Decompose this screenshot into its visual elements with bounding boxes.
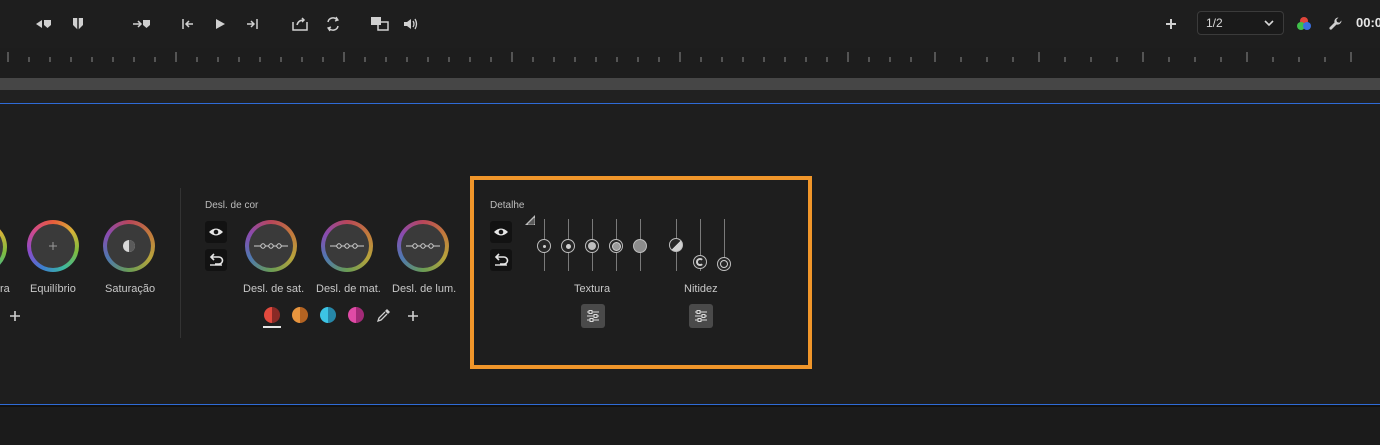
separator	[0, 90, 1380, 103]
wrench-icon[interactable]	[1324, 12, 1348, 36]
detail-reset-button[interactable]	[490, 249, 512, 271]
mark-out-icon[interactable]	[66, 12, 90, 36]
wheel-label: Saturação	[105, 283, 156, 295]
zoom-select[interactable]: 1/2	[1197, 11, 1284, 35]
magenta-swatch[interactable]	[348, 307, 364, 323]
texture-slider-4[interactable]	[609, 239, 623, 253]
texture-slider-2[interactable]	[561, 239, 575, 253]
loop-icon[interactable]	[321, 12, 345, 36]
add-color-icon[interactable]	[406, 309, 420, 323]
eye-icon	[209, 228, 223, 236]
saturation-icon	[123, 240, 135, 252]
reset-button[interactable]	[205, 249, 227, 271]
detail-grid-icon	[525, 215, 535, 225]
timecode: 00:0	[1356, 15, 1380, 30]
sharpness-slider-2[interactable]	[693, 255, 707, 269]
add-icon[interactable]	[8, 309, 22, 323]
wheel-label: Desl. de sat.	[243, 283, 305, 295]
cyan-swatch[interactable]	[320, 307, 336, 323]
sharpness-label: Nitidez	[684, 283, 718, 295]
texture-slider-3[interactable]	[585, 239, 599, 253]
color-channels-icon[interactable]	[1292, 12, 1316, 36]
sharpness-slider-1[interactable]	[669, 238, 683, 252]
saturation-wheel[interactable]	[103, 220, 155, 272]
texture-slider-1[interactable]	[537, 239, 551, 253]
comparison-view-icon[interactable]	[368, 12, 392, 36]
shift-curve-icon	[406, 243, 440, 249]
wheel-label: ra	[0, 283, 10, 295]
undo-icon	[494, 253, 509, 266]
timeline-scrollbar[interactable]	[0, 78, 1380, 90]
add-button-icon[interactable]	[1159, 12, 1183, 36]
bottom-strip	[0, 405, 1380, 445]
orange-swatch[interactable]	[292, 307, 308, 323]
detail-visibility-button[interactable]	[490, 221, 512, 243]
mark-in-icon[interactable]	[32, 12, 56, 36]
sharpness-slider-3[interactable]	[717, 257, 731, 271]
color-shift-title: Desl. de cor	[205, 200, 259, 211]
step-forward-icon[interactable]	[240, 12, 264, 36]
chevron-down-icon	[1264, 20, 1274, 27]
shift-curve-icon	[254, 243, 288, 249]
section-divider	[180, 188, 181, 338]
luminance-shift-wheel[interactable]	[397, 220, 449, 272]
volume-icon[interactable]	[399, 12, 423, 36]
texture-label: Textura	[574, 283, 611, 295]
detail-title: Detalhe	[490, 200, 525, 211]
step-back-icon[interactable]	[176, 12, 200, 36]
shift-curve-icon	[330, 243, 364, 249]
selected-indicator	[263, 326, 281, 328]
sliders-icon	[695, 310, 707, 322]
undo-icon	[209, 253, 224, 266]
play-icon[interactable]	[208, 12, 232, 36]
wheel-label: Equilíbrio	[30, 283, 76, 295]
zoom-value: 1/2	[1206, 16, 1223, 30]
go-to-in-icon[interactable]	[130, 12, 154, 36]
sliders-icon	[587, 310, 599, 322]
timeline-ruler[interactable]	[0, 48, 1380, 70]
texture-slider-5[interactable]	[633, 239, 647, 253]
texture-options-button[interactable]	[581, 304, 605, 328]
center-plus-icon	[49, 242, 57, 250]
wheel-label: Desl. de lum.	[392, 283, 457, 295]
sharpness-options-button[interactable]	[689, 304, 713, 328]
wheel-label: Desl. de mat.	[316, 283, 381, 295]
saturation-shift-wheel[interactable]	[245, 220, 297, 272]
hue-shift-wheel[interactable]	[321, 220, 373, 272]
eyedropper-icon[interactable]	[376, 307, 392, 323]
export-frame-icon[interactable]	[288, 12, 312, 36]
transport-toolbar: 1/2 00:0	[0, 0, 1380, 48]
red-swatch[interactable]	[264, 307, 280, 323]
balance-wheel[interactable]	[27, 220, 79, 272]
eye-icon	[494, 228, 508, 236]
visibility-toggle-button[interactable]	[205, 221, 227, 243]
